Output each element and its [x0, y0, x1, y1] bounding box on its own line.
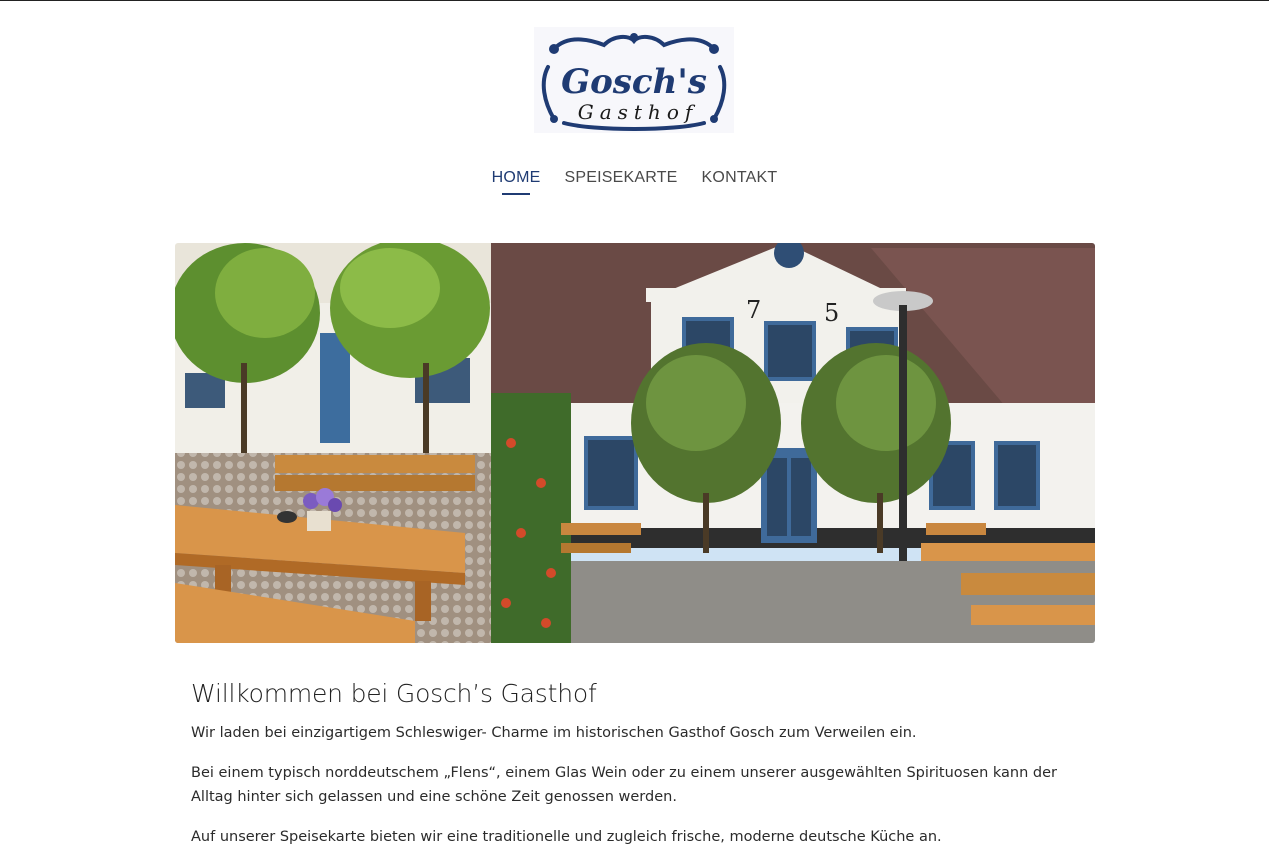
- main-navigation: HOME SPEISEKARTE KONTAKT: [0, 169, 1269, 195]
- welcome-paragraph-3: Auf unserer Speisekarte bieten wir eine …: [191, 829, 942, 845]
- gasthof-facade-photo: 7 5: [491, 243, 1095, 643]
- nav-item-speisekarte[interactable]: SPEISEKARTE: [564, 169, 677, 195]
- site-logo[interactable]: Gosch's Gasthof: [534, 27, 734, 133]
- welcome-paragraph-1: Wir laden bei einzigartigem Schleswiger-…: [191, 725, 917, 741]
- hero-image-slider[interactable]: 7 5: [175, 243, 1095, 643]
- logo-emblem: Gosch's Gasthof: [534, 27, 734, 133]
- welcome-title: Willkommen bei Gosch’s Gasthof: [191, 679, 597, 708]
- logo-text-gasthof: Gasthof: [578, 100, 699, 124]
- welcome-paragraph-2: Bei einem typisch norddeutschem „Flens“,…: [191, 765, 1058, 805]
- svg-text:5: 5: [824, 299, 839, 327]
- nav-item-kontakt[interactable]: KONTAKT: [702, 169, 778, 195]
- facade-number-7: 7: [746, 296, 761, 324]
- terrace-photo: [175, 243, 491, 643]
- logo-text-gosch: Gosch's: [561, 62, 707, 102]
- nav-item-home[interactable]: HOME: [492, 169, 541, 195]
- welcome-section: Willkommen bei Gosch’s Gasthof Wir laden…: [191, 679, 1091, 865]
